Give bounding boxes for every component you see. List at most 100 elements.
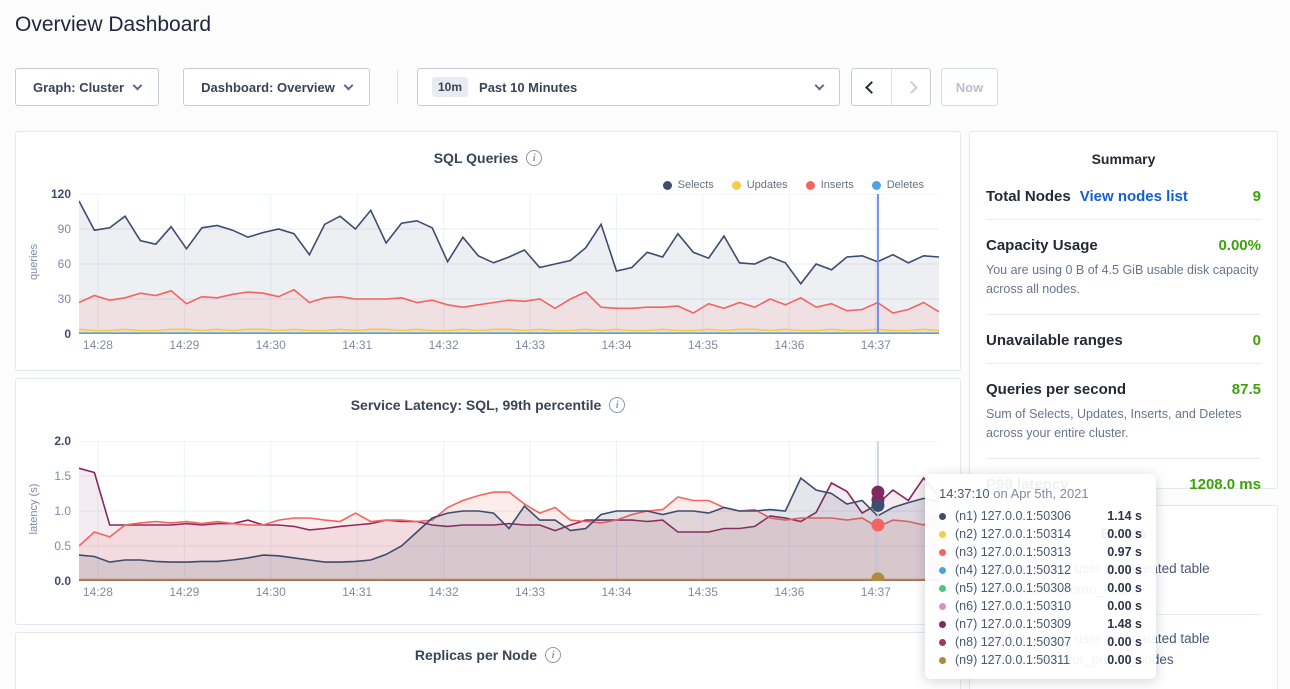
- x-tick-label: 14:30: [250, 585, 292, 599]
- summary-title: Summary: [986, 151, 1261, 167]
- node-dot-icon: [939, 603, 946, 610]
- x-axis-ticks: 14:2814:2914:3014:3114:3214:3314:3414:35…: [79, 338, 939, 352]
- x-tick-label: 14:36: [768, 585, 810, 599]
- x-tick-label: 14:28: [77, 338, 119, 352]
- summary-row-value: 9: [1253, 188, 1261, 205]
- x-tick-label: 14:37: [855, 338, 897, 352]
- tooltip-timestamp: 14:37:10 on Apr 5th, 2021: [939, 486, 1142, 501]
- time-prev-button[interactable]: [852, 69, 891, 105]
- legend-dot-icon: [806, 181, 815, 190]
- x-tick-label: 14:34: [596, 338, 638, 352]
- tooltip-node-value: 0.00 s: [1107, 653, 1142, 667]
- node-dot-icon: [939, 657, 946, 664]
- summary-panel: Summary Total NodesView nodes list9Capac…: [969, 131, 1278, 489]
- time-range-badge: 10m: [432, 77, 468, 97]
- latency-chart-panel: Service Latency: SQL, 99th percentile i …: [15, 378, 961, 625]
- node-dot-icon: [939, 567, 946, 574]
- chevron-down-icon: [133, 80, 143, 90]
- tooltip-node-value: 0.00 s: [1107, 599, 1142, 613]
- tooltip-node-label: (n8) 127.0.0.1:50307: [955, 635, 1071, 649]
- summary-row-label: Capacity Usage: [986, 237, 1098, 254]
- x-tick-label: 14:29: [163, 585, 205, 599]
- y-tick-label: 120: [16, 187, 71, 201]
- summary-rows: Total NodesView nodes list9Capacity Usag…: [986, 171, 1261, 507]
- tooltip-node-label: (n2) 127.0.0.1:50314: [955, 527, 1071, 541]
- tooltip-node-label: (n3) 127.0.0.1:50313: [955, 545, 1071, 559]
- time-pager: [851, 68, 931, 106]
- info-icon[interactable]: i: [526, 150, 542, 166]
- x-tick-label: 14:33: [509, 338, 551, 352]
- y-tick-label: 0.0: [16, 574, 71, 588]
- tooltip-node-label: (n1) 127.0.0.1:50306: [955, 509, 1071, 523]
- tooltip-node-value: 1.14 s: [1107, 509, 1142, 523]
- view-nodes-list-link[interactable]: View nodes list: [1080, 188, 1188, 205]
- now-button-label: Now: [956, 80, 983, 95]
- node-dot-icon: [939, 513, 946, 520]
- time-range-dropdown[interactable]: 10m Past 10 Minutes: [417, 68, 840, 106]
- summary-row-description: Sum of Selects, Updates, Inserts, and De…: [986, 405, 1261, 444]
- tooltip-node-row: (n7) 127.0.0.1:503091.48 s: [939, 615, 1142, 633]
- y-tick-label: 0: [16, 327, 71, 341]
- legend-dot-icon: [663, 181, 672, 190]
- chevron-right-icon: [905, 81, 918, 94]
- summary-row: Total NodesView nodes list9: [986, 171, 1261, 220]
- time-next-button[interactable]: [891, 69, 930, 105]
- summary-row: Unavailable ranges0: [986, 315, 1261, 364]
- tooltip-date: on Apr 5th, 2021: [993, 486, 1088, 501]
- legend-item[interactable]: Deletes: [872, 179, 924, 191]
- y-tick-label: 30: [16, 292, 71, 306]
- x-tick-label: 14:31: [336, 338, 378, 352]
- y-tick-label: 0.5: [16, 539, 71, 553]
- legend-dot-icon: [732, 181, 741, 190]
- x-tick-label: 14:33: [509, 585, 551, 599]
- legend-item[interactable]: Updates: [732, 179, 788, 191]
- chevron-down-icon: [343, 80, 353, 90]
- tooltip-node-row: (n2) 127.0.0.1:503140.00 s: [939, 525, 1142, 543]
- tooltip-node-row: (n9) 127.0.0.1:503110.00 s: [939, 651, 1142, 669]
- chart-title: Service Latency: SQL, 99th percentile: [351, 397, 602, 413]
- x-tick-label: 14:32: [423, 338, 465, 352]
- summary-row: Capacity Usage 0.00% You are using 0 B of …: [986, 220, 1261, 315]
- tooltip-node-value: 0.00 s: [1107, 581, 1142, 595]
- chart-legend: Selects Updates Inserts Deletes: [663, 179, 924, 191]
- chart-hover-tooltip: 14:37:10 on Apr 5th, 2021 (n1) 127.0.0.1…: [925, 474, 1156, 679]
- summary-row-value: 0.00%: [1218, 237, 1261, 254]
- tooltip-time: 14:37:10: [939, 486, 990, 501]
- summary-row-description: You are using 0 B of 4.5 GiB usable disk…: [986, 261, 1261, 300]
- info-icon[interactable]: i: [609, 397, 625, 413]
- summary-row-label: Queries per second: [986, 381, 1126, 398]
- tooltip-node-row: (n3) 127.0.0.1:503130.97 s: [939, 543, 1142, 561]
- info-icon[interactable]: i: [545, 647, 561, 663]
- summary-row-value: 0: [1253, 332, 1261, 349]
- now-button[interactable]: Now: [941, 68, 998, 106]
- tooltip-node-row: (n1) 127.0.0.1:50306 1.14 s: [939, 507, 1142, 525]
- sql-queries-chart-panel: SQL Queries i Selects Updates Inserts Delet…: [15, 131, 961, 371]
- page-title: Overview Dashboard: [15, 13, 211, 37]
- x-tick-label: 14:35: [682, 338, 724, 352]
- chart-plot-area[interactable]: [79, 194, 939, 334]
- node-dot-icon: [939, 621, 946, 628]
- graph-selector-dropdown[interactable]: Graph: Cluster: [15, 68, 159, 106]
- x-tick-label: 14:31: [336, 585, 378, 599]
- chart-title: SQL Queries: [434, 150, 519, 166]
- y-tick-label: 1.5: [16, 469, 71, 483]
- y-axis-ticks: 0306090120: [16, 194, 71, 334]
- node-dot-icon: [939, 531, 946, 538]
- time-range-label: Past 10 Minutes: [479, 80, 577, 95]
- dashboard-selector-dropdown[interactable]: Dashboard: Overview: [183, 68, 370, 106]
- chart-plot-area[interactable]: [79, 441, 939, 581]
- node-dot-icon: [939, 585, 946, 592]
- x-tick-label: 14:29: [163, 338, 205, 352]
- x-tick-label: 14:37: [855, 585, 897, 599]
- tooltip-node-row: (n4) 127.0.0.1:503120.00 s: [939, 561, 1142, 579]
- legend-item[interactable]: Inserts: [806, 179, 854, 191]
- x-tick-label: 14:28: [77, 585, 119, 599]
- chart-title: Replicas per Node: [415, 647, 537, 663]
- tooltip-node-label: (n6) 127.0.0.1:50310: [955, 599, 1071, 613]
- graph-selector-label: Graph: Cluster: [33, 80, 124, 95]
- legend-item[interactable]: Selects: [663, 179, 714, 191]
- tooltip-node-row: (n6) 127.0.0.1:50310 0.00 s: [939, 597, 1142, 615]
- tooltip-node-row: (n8) 127.0.0.1:503070.00 s: [939, 633, 1142, 651]
- y-tick-label: 90: [16, 222, 71, 236]
- replicas-chart-panel: Replicas per Node i: [15, 632, 961, 689]
